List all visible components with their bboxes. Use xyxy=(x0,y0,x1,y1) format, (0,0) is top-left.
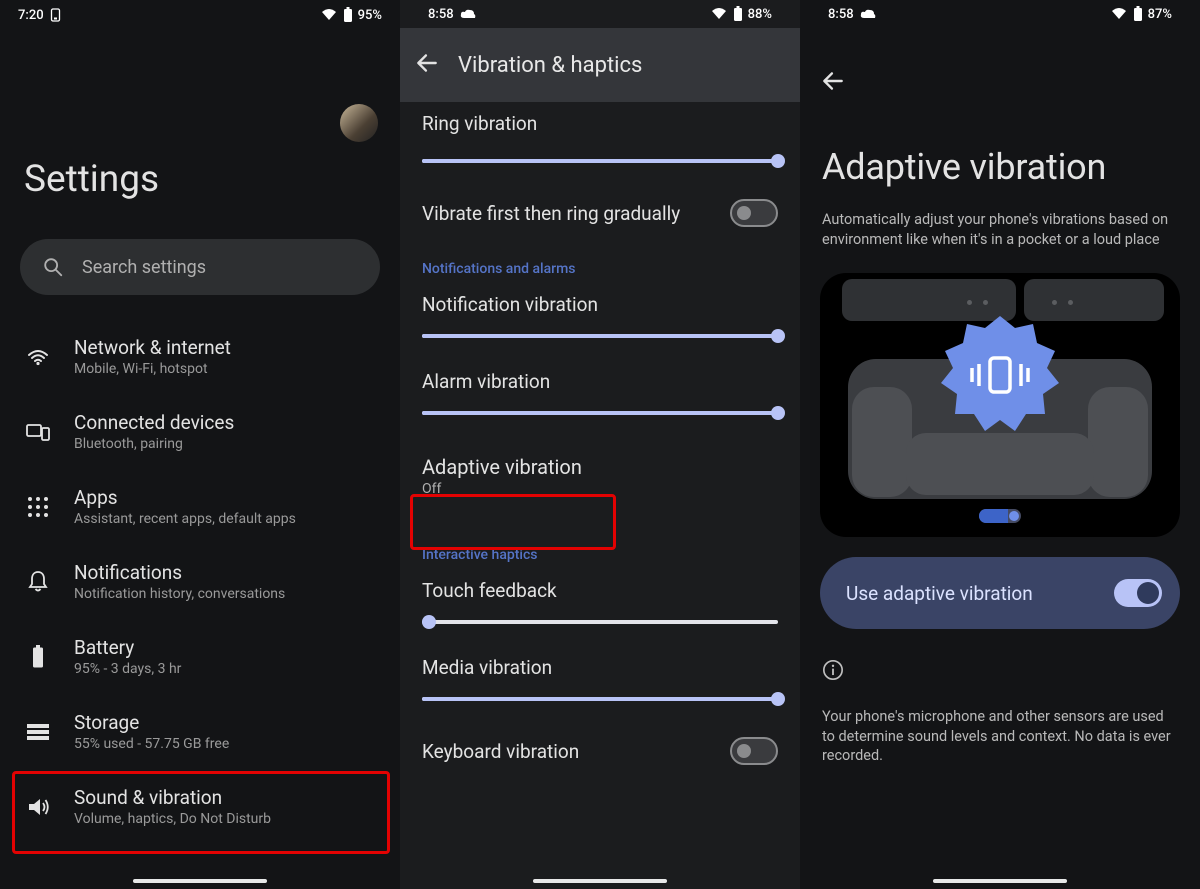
search-settings[interactable]: Search settings xyxy=(20,239,380,295)
battery-status-icon xyxy=(1133,6,1143,22)
status-battery-pct: 88% xyxy=(748,7,772,22)
battery-status-icon xyxy=(733,6,743,22)
status-time: 8:58 xyxy=(428,7,454,22)
storage-icon xyxy=(26,722,50,742)
panel-header: Vibration & haptics xyxy=(400,28,800,102)
slider-label: Ring vibration xyxy=(422,112,778,135)
slider-label: Media vibration xyxy=(422,656,778,679)
wifi-status-icon xyxy=(1110,7,1128,21)
item-title: Network & internet xyxy=(74,336,231,359)
battery-status-icon xyxy=(343,7,353,23)
switch[interactable] xyxy=(730,199,778,227)
adaptive-vibration-panel: 8:58 87% Adaptive vibration Automaticall… xyxy=(800,0,1200,889)
item-title: Sound & vibration xyxy=(74,786,271,809)
item-sub: 95% - 3 days, 3 hr xyxy=(74,661,181,677)
touch-feedback-slider[interactable]: Touch feedback xyxy=(400,569,800,646)
nav-pill[interactable] xyxy=(933,879,1067,883)
info-icon xyxy=(822,659,1178,685)
slider-track[interactable] xyxy=(422,334,778,338)
use-adaptive-vibration-toggle[interactable]: Use adaptive vibration xyxy=(820,557,1180,629)
slider-label: Alarm vibration xyxy=(422,370,778,393)
alarm-vibration-slider[interactable]: Alarm vibration xyxy=(400,360,800,437)
adaptive-vibration-link[interactable]: Adaptive vibration Off xyxy=(400,437,800,519)
slider-track[interactable] xyxy=(422,159,778,163)
sim-icon xyxy=(50,8,61,22)
nav-pill[interactable] xyxy=(533,879,667,883)
slider-label: Notification vibration xyxy=(422,293,778,316)
status-bar: 8:58 87% xyxy=(800,0,1200,28)
back-button[interactable] xyxy=(414,50,440,80)
slider-label: Touch feedback xyxy=(422,579,778,602)
header-title: Vibration & haptics xyxy=(458,53,642,78)
item-sub: Volume, haptics, Do Not Disturb xyxy=(74,811,271,827)
page-subtitle: Automatically adjust your phone's vibrat… xyxy=(800,188,1200,249)
slider-track[interactable] xyxy=(422,697,778,701)
settings-item-apps[interactable]: Apps Assistant, recent apps, default app… xyxy=(0,469,400,544)
item-title: Battery xyxy=(74,636,181,659)
page-title: Settings xyxy=(0,158,400,201)
item-title: Apps xyxy=(74,486,296,509)
item-title: Connected devices xyxy=(74,411,234,434)
settings-item-sound-vibration[interactable]: Sound & vibration Volume, haptics, Do No… xyxy=(0,769,400,844)
wifi-status-icon xyxy=(710,7,728,21)
ring-vibration-slider[interactable]: Ring vibration xyxy=(400,102,800,185)
toggle-label: Keyboard vibration xyxy=(422,740,579,763)
vibration-haptics-panel: 8:58 88% Vibration & haptics Ring vibrat… xyxy=(400,0,800,889)
wifi-icon xyxy=(26,347,50,367)
profile-avatar[interactable] xyxy=(340,104,378,142)
settings-item-storage[interactable]: Storage 55% used - 57.75 GB free xyxy=(0,694,400,769)
section-label: Interactive haptics xyxy=(400,519,800,569)
slider-track[interactable] xyxy=(422,620,778,624)
settings-panel: 7:20 95% Settings Search settings xyxy=(0,0,400,889)
notification-vibration-slider[interactable]: Notification vibration xyxy=(400,283,800,360)
media-vibration-slider[interactable]: Media vibration xyxy=(400,646,800,723)
item-sub: Notification history, conversations xyxy=(74,586,285,602)
status-time: 8:58 xyxy=(828,7,854,22)
toggle-label: Vibrate first then ring gradually xyxy=(422,202,680,225)
illustration-toggle-icon xyxy=(979,509,1021,523)
toggle-label: Use adaptive vibration xyxy=(846,582,1033,605)
bell-icon xyxy=(26,570,50,594)
settings-item-connected-devices[interactable]: Connected devices Bluetooth, pairing xyxy=(0,394,400,469)
switch[interactable] xyxy=(730,737,778,765)
settings-item-battery[interactable]: Battery 95% - 3 days, 3 hr xyxy=(0,619,400,694)
switch[interactable] xyxy=(1114,579,1162,607)
item-sub: 55% used - 57.75 GB free xyxy=(74,736,229,752)
vibration-badge-icon xyxy=(935,310,1065,444)
page-title: Adaptive vibration xyxy=(800,110,1200,188)
item-title: Storage xyxy=(74,711,229,734)
settings-item-notifications[interactable]: Notifications Notification history, conv… xyxy=(0,544,400,619)
nav-pill[interactable] xyxy=(133,879,267,883)
status-battery-pct: 95% xyxy=(358,8,382,23)
status-battery-pct: 87% xyxy=(1148,7,1172,22)
search-icon xyxy=(42,256,64,278)
cloud-icon xyxy=(860,9,876,19)
link-sub: Off xyxy=(422,481,778,497)
back-button[interactable] xyxy=(820,79,846,98)
apps-icon xyxy=(26,496,50,518)
battery-icon xyxy=(26,645,50,669)
devices-icon xyxy=(26,422,50,442)
info-note: Your phone's microphone and other sensor… xyxy=(800,685,1200,766)
slider-track[interactable] xyxy=(422,411,778,415)
wifi-status-icon xyxy=(320,8,338,22)
link-title: Adaptive vibration xyxy=(422,455,778,479)
item-sub: Bluetooth, pairing xyxy=(74,436,234,452)
status-time: 7:20 xyxy=(18,8,44,23)
section-label: Notifications and alarms xyxy=(400,241,800,283)
settings-item-network[interactable]: Network & internet Mobile, Wi-Fi, hotspo… xyxy=(0,319,400,394)
vibrate-first-toggle[interactable]: Vibrate first then ring gradually xyxy=(400,185,800,241)
item-sub: Assistant, recent apps, default apps xyxy=(74,511,296,527)
sound-icon xyxy=(26,796,50,818)
search-placeholder: Search settings xyxy=(82,257,206,278)
illustration-card xyxy=(820,273,1180,537)
status-bar: 8:58 88% xyxy=(400,0,800,28)
keyboard-vibration-toggle[interactable]: Keyboard vibration xyxy=(400,723,800,779)
panel-body: Ring vibration Vibrate first then ring g… xyxy=(400,102,800,889)
item-sub: Mobile, Wi-Fi, hotspot xyxy=(74,361,231,377)
item-title: Notifications xyxy=(74,561,285,584)
cloud-icon xyxy=(460,9,476,19)
status-bar: 7:20 95% xyxy=(0,0,400,30)
settings-list: Network & internet Mobile, Wi-Fi, hotspo… xyxy=(0,319,400,844)
